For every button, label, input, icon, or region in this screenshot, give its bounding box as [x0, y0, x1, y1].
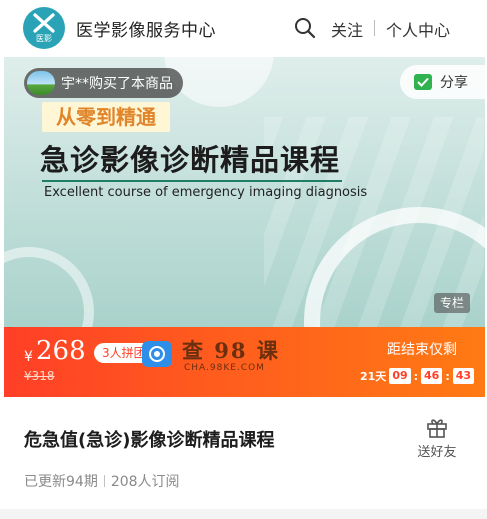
- countdown-days: 21天: [360, 370, 387, 383]
- buyer-avatar: [27, 71, 55, 95]
- follow-button[interactable]: 关注: [331, 17, 363, 41]
- purchase-notice: 宇**购买了本商品: [24, 68, 183, 98]
- gift-to-friend-button[interactable]: 送好友: [414, 415, 460, 461]
- header-divider: [374, 20, 375, 36]
- countdown-colon: :: [445, 369, 450, 383]
- countdown-seconds: 43: [452, 368, 475, 384]
- course-banner[interactable]: 宇**购买了本商品 分享 从零到精通 急诊影像诊断精品课程 Excellent …: [4, 57, 485, 327]
- banner-ribbon: 从零到精通: [42, 102, 170, 132]
- profile-link[interactable]: 个人中心: [386, 17, 450, 41]
- banner-subtitle: Excellent course of emergency imaging di…: [44, 185, 368, 200]
- gift-icon: [427, 419, 447, 438]
- banner-title: 急诊影像诊断精品课程: [40, 143, 341, 177]
- countdown-minutes: 46: [421, 368, 443, 384]
- share-label: 分享: [440, 75, 468, 91]
- countdown-colon: :: [413, 369, 419, 383]
- currency-symbol: ¥: [24, 349, 33, 365]
- banner-divider: [42, 180, 342, 182]
- banner-decoration: [4, 247, 94, 327]
- watermark-title: 查 98 课: [182, 338, 280, 363]
- search-icon[interactable]: [294, 17, 316, 39]
- meta-divider: [103, 475, 105, 487]
- countdown-label: 距结束仅剩: [387, 342, 457, 358]
- original-price: ¥318: [24, 369, 55, 383]
- current-price: 268: [36, 336, 86, 366]
- top-header: 医影 医学影像服务中心 关注 个人中心: [0, 0, 487, 56]
- purchase-notice-text: 宇**购买了本商品: [61, 76, 173, 92]
- brand-logo[interactable]: 医影: [23, 7, 65, 49]
- share-button[interactable]: 分享: [400, 65, 485, 99]
- course-title: 危急值(急诊)影像诊断精品课程: [24, 430, 275, 451]
- course-meta: 已更新94期 208人订阅: [24, 471, 180, 491]
- watermark-url: CHA.98KE.COM: [184, 363, 265, 373]
- watermark-logo-icon: [142, 341, 172, 367]
- column-tag: 专栏: [434, 293, 471, 313]
- logo-text: 医影: [36, 34, 52, 43]
- countdown-hours: 09: [389, 368, 411, 384]
- update-count: 已更新94期: [24, 474, 98, 490]
- subscriber-count: 208人订阅: [110, 474, 180, 490]
- brand-name[interactable]: 医学影像服务中心: [76, 16, 216, 41]
- price-bar: ¥ 268 ¥318 3人拼团 查 98 课 CHA.98KE.COM 距结束仅…: [4, 327, 485, 397]
- gift-label: 送好友: [417, 445, 457, 460]
- countdown-timer: 21天 09 : 46 : 43: [360, 368, 477, 384]
- logo-cross-icon: [33, 13, 55, 33]
- section-divider: [0, 509, 487, 519]
- wechat-icon: [414, 74, 432, 90]
